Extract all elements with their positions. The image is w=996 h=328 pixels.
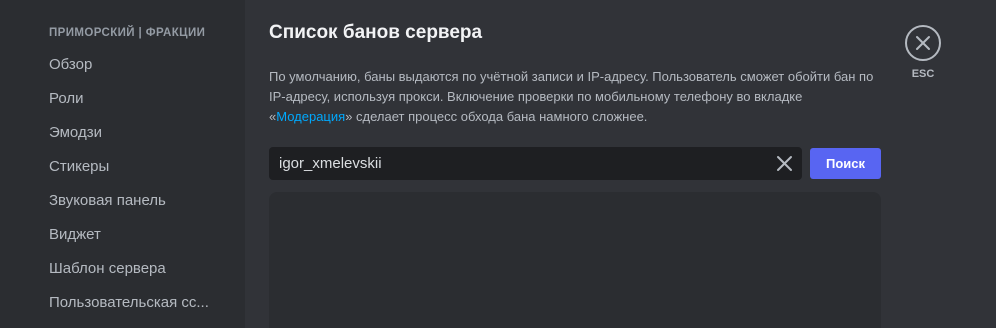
sidebar-item-server-template[interactable]: Шаблон сервера bbox=[40, 252, 236, 286]
sidebar-item-overview[interactable]: Обзор bbox=[40, 48, 236, 82]
description-part2: » сделает процесс обхода бана намного сл… bbox=[345, 109, 648, 124]
sidebar-header: ПРИМОРСКИЙ | ФРАКЦИИ bbox=[49, 27, 206, 39]
esc-label: ESC bbox=[911, 68, 935, 80]
sidebar-item-widget[interactable]: Виджет bbox=[40, 218, 236, 252]
sidebar-item-roles[interactable]: Роли bbox=[40, 82, 236, 116]
sidebar-item-emoji[interactable]: Эмодзи bbox=[40, 116, 236, 150]
sidebar: ПРИМОРСКИЙ | ФРАКЦИИ Обзор Роли Эмодзи С… bbox=[0, 0, 245, 328]
description-text: По умолчанию, баны выдаются по учётной з… bbox=[269, 67, 879, 127]
close-circle-icon bbox=[916, 36, 930, 50]
ban-list-panel bbox=[269, 192, 881, 328]
sidebar-item-vanity-url[interactable]: Пользовательская сс... bbox=[40, 286, 236, 320]
close-area: ESC bbox=[904, 25, 942, 80]
search-box bbox=[269, 147, 802, 180]
settings-window: ПРИМОРСКИЙ | ФРАКЦИИ Обзор Роли Эмодзи С… bbox=[0, 0, 996, 328]
sidebar-list: Обзор Роли Эмодзи Стикеры Звуковая панел… bbox=[40, 48, 236, 320]
search-input[interactable] bbox=[279, 147, 759, 180]
close-button[interactable] bbox=[905, 25, 941, 61]
sidebar-item-soundboard[interactable]: Звуковая панель bbox=[40, 184, 236, 218]
main-content: Список банов сервера По умолчанию, баны … bbox=[245, 0, 996, 328]
moderation-link[interactable]: Модерация bbox=[276, 109, 345, 124]
search-button[interactable]: Поиск bbox=[810, 148, 881, 179]
sidebar-item-stickers[interactable]: Стикеры bbox=[40, 150, 236, 184]
close-icon[interactable] bbox=[776, 155, 793, 172]
page-title: Список банов сервера bbox=[269, 22, 483, 43]
